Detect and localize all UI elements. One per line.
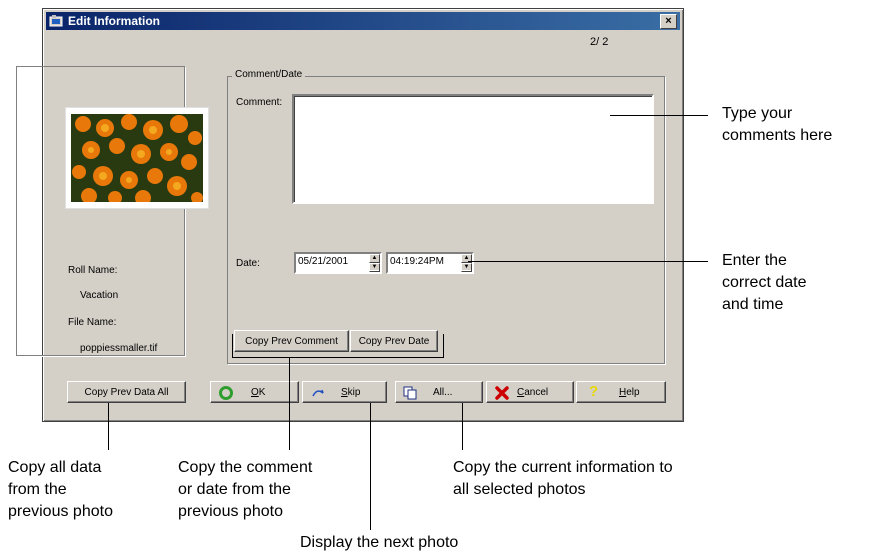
callout-copy-current: Copy the current information to all selec… [453,459,673,498]
photo-thumbnail [65,107,209,209]
callout-line-copy-comment [289,357,290,450]
close-button[interactable]: × [660,14,677,29]
ok-label: K [258,387,266,398]
copy-icon [403,386,417,400]
app-icon [49,15,63,27]
copy-prev-date-button[interactable]: Copy Prev Date [350,330,438,352]
callout-line-date [468,261,708,262]
copy-prev-data-all-button[interactable]: Copy Prev Data All [67,381,186,403]
date-value: 05/21/2001 [298,256,349,267]
callout-line-copy-current [462,403,463,450]
skip-label: kip [347,387,361,398]
time-spinner[interactable]: ▲ ▼ [461,254,472,272]
callout-line-next-photo [370,403,371,530]
up-arrow-icon[interactable]: ▲ [369,254,380,263]
date-spinner[interactable]: ▲ ▼ [369,254,380,272]
callout-copy-comment: Copy the comment or date from the previous… [178,459,313,520]
all-label: All... [433,387,453,398]
bracket-bottom [232,357,444,358]
help-question-icon: ? [589,383,599,400]
apply-all-button[interactable]: All... [395,381,483,403]
skip-accel: S [341,387,348,398]
callout-line-copy-all [108,403,109,450]
callout-line-comments [610,115,708,116]
date-picker[interactable]: 05/21/2001 ▲ ▼ [294,252,382,274]
skip-button[interactable]: Skip [302,381,387,403]
ok-accel: O [251,387,259,398]
callout-copy-all: Copy all data from the previous photo [8,459,113,520]
cancel-label: ancel [524,387,549,398]
cancel-button[interactable]: Cancel [486,381,574,403]
help-label: elp [626,387,640,398]
redo-arrow-icon [312,389,324,397]
title-bar[interactable]: Edit Information × [46,12,680,30]
file-name-value: poppiessmaller.tif [80,343,158,354]
comment-date-group-label: Comment/Date [232,69,306,80]
roll-name-value: Vacation [80,290,119,301]
comment-label: Comment: [236,97,283,108]
comment-textarea[interactable] [292,94,654,204]
bracket-right-tick [443,334,444,358]
date-label: Date: [236,258,260,269]
cancel-x-icon [495,386,509,400]
down-arrow-icon[interactable]: ▼ [369,263,380,272]
callout-next-photo: Display the next photo [300,534,459,551]
bracket-left-tick [232,334,233,358]
ok-icon [219,386,233,400]
time-value: 04:19:24PM [390,256,444,267]
copy-prev-comment-button[interactable]: Copy Prev Comment [234,330,349,352]
window-title: Edit Information [68,14,160,28]
ok-button[interactable]: OK [210,381,299,403]
file-name-label: File Name: [68,317,117,328]
down-arrow-icon[interactable]: ▼ [461,263,472,272]
roll-name-label: Roll Name: [68,265,118,276]
poppies-image [71,114,203,202]
help-button[interactable]: ? Help [576,381,666,403]
time-picker[interactable]: 04:19:24PM ▲ ▼ [386,252,474,274]
callout-comments: Type your comments here [722,105,833,144]
callout-date: Enter the correct date and time [722,252,807,313]
photo-counter: 2/ 2 [590,36,609,48]
